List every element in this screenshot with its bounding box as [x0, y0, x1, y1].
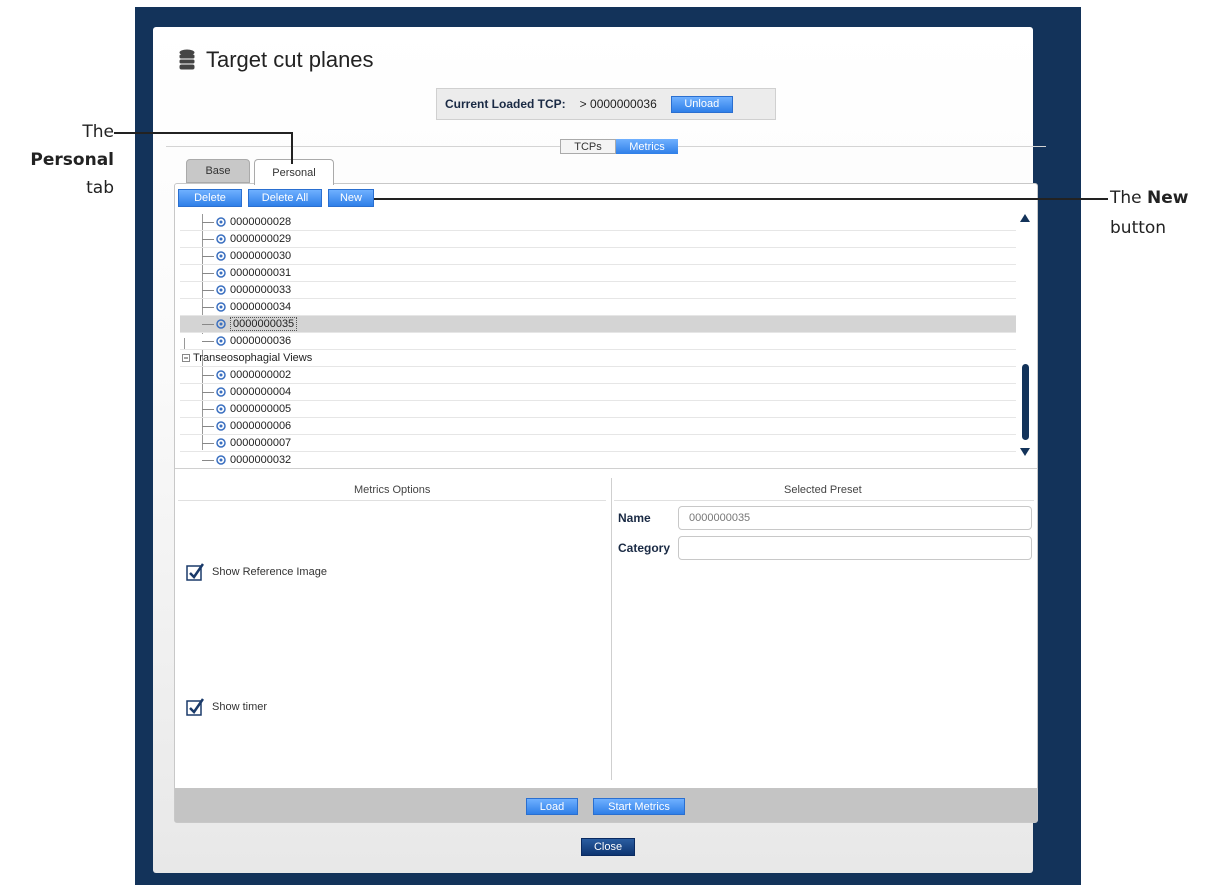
toggle-tcps[interactable]: TCPs: [560, 139, 616, 154]
node-icon: [216, 217, 226, 227]
show-timer-label: Show timer: [212, 701, 268, 713]
scroll-up-icon[interactable]: [1020, 214, 1030, 222]
node-icon: [216, 438, 226, 448]
checkbox-checked-icon[interactable]: [186, 698, 204, 716]
node-icon: [216, 234, 226, 244]
current-tcp-value: > 0000000036: [579, 97, 657, 111]
database-icon: [179, 49, 195, 70]
current-tcp-bar: Current Loaded TCP: > 0000000036 Unload: [436, 88, 776, 120]
tree-item[interactable]: 0000000036: [180, 333, 1016, 350]
selected-preset-underline: [614, 500, 1034, 501]
metrics-options-title: Metrics Options: [354, 484, 431, 496]
callout-new-line2: button: [1110, 218, 1167, 238]
node-icon: [216, 285, 226, 295]
node-icon: [216, 302, 226, 312]
callout-new-bold: New: [1147, 188, 1189, 208]
tree-item[interactable]: 0000000030: [180, 248, 1016, 265]
tree-item[interactable]: 0000000029: [180, 231, 1016, 248]
current-tcp-label: Current Loaded TCP:: [445, 97, 566, 111]
dialog-header: Target cut planes: [178, 44, 374, 76]
tree-item[interactable]: 0000000002: [180, 367, 1016, 384]
load-button[interactable]: Load: [526, 798, 578, 815]
node-icon: [216, 336, 226, 346]
tree-item[interactable]: 0000000028: [180, 214, 1016, 231]
category-label: Category: [618, 541, 671, 555]
tree-item[interactable]: 0000000007: [180, 435, 1016, 452]
view-toggle: TCPs Metrics: [560, 139, 678, 154]
node-icon: [216, 370, 226, 380]
show-timer-checkbox[interactable]: Show timer: [186, 698, 267, 716]
metrics-options-underline: [178, 500, 606, 501]
collapse-icon: [182, 354, 190, 362]
show-reference-checkbox[interactable]: Show Reference Image: [186, 563, 327, 581]
section-divider: [175, 468, 1037, 469]
callout-line-personal: [114, 132, 292, 134]
scroll-down-icon[interactable]: [1020, 448, 1030, 456]
callout-new-prefix: The: [1110, 188, 1148, 208]
new-button[interactable]: New: [328, 189, 374, 207]
delete-all-button[interactable]: Delete All: [248, 189, 322, 207]
close-button[interactable]: Close: [581, 838, 635, 856]
node-icon: [216, 455, 226, 465]
tree-scrollbar[interactable]: [1020, 214, 1032, 456]
node-icon: [216, 319, 226, 329]
tab-base[interactable]: Base: [186, 159, 250, 183]
node-icon: [216, 404, 226, 414]
checkbox-checked-icon[interactable]: [186, 563, 204, 581]
callout-line-personal-drop: [291, 132, 293, 164]
toggle-metrics[interactable]: Metrics: [616, 139, 678, 154]
callout-personal-line3: tab: [86, 178, 114, 198]
start-metrics-button[interactable]: Start Metrics: [593, 798, 685, 815]
callout-personal-line1: The: [82, 122, 114, 142]
node-icon: [216, 421, 226, 431]
category-field[interactable]: [678, 536, 1032, 560]
tree-item[interactable]: 0000000034: [180, 299, 1016, 316]
selected-preset-title: Selected Preset: [784, 484, 862, 496]
tree-item[interactable]: 0000000032: [180, 452, 1016, 469]
callout-personal: The: [70, 118, 114, 146]
node-icon: [216, 251, 226, 261]
page-title: Target cut planes: [206, 47, 374, 72]
node-icon: [216, 387, 226, 397]
tree-item[interactable]: 0000000031: [180, 265, 1016, 282]
column-divider: [611, 478, 612, 780]
unload-button[interactable]: Unload: [670, 95, 733, 113]
tree-item[interactable]: 0000000005: [180, 401, 1016, 418]
delete-button[interactable]: Delete: [178, 189, 242, 207]
callout-line-new: [374, 198, 1108, 200]
node-icon: [216, 268, 226, 278]
tcp-tree: 0000000028 0000000029 0000000030 0000000…: [180, 214, 1016, 469]
callout-new: The New: [1110, 184, 1189, 212]
tree-item[interactable]: 0000000033: [180, 282, 1016, 299]
tree-item-selected[interactable]: 0000000035: [180, 316, 1016, 333]
callout-personal-line2: Personal: [30, 150, 114, 170]
tree-toolbar: Delete Delete All New: [178, 189, 374, 207]
tree-item[interactable]: 0000000004: [180, 384, 1016, 401]
tree-group[interactable]: Transeosophagial Views: [180, 350, 1016, 367]
scroll-thumb[interactable]: [1022, 364, 1029, 440]
name-label: Name: [618, 511, 651, 525]
tab-personal[interactable]: Personal: [254, 159, 334, 185]
show-reference-label: Show Reference Image: [212, 566, 327, 578]
name-field[interactable]: 0000000035: [678, 506, 1032, 530]
tree-item[interactable]: 0000000006: [180, 418, 1016, 435]
